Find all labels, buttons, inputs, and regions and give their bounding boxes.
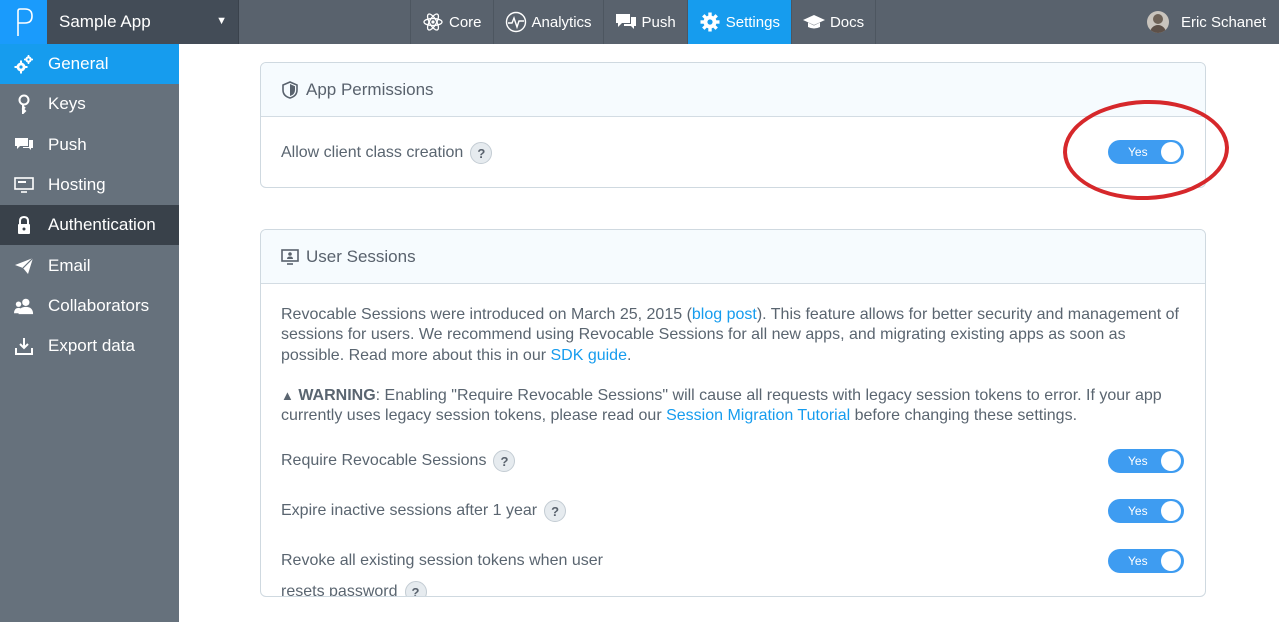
expire-inactive-sessions-toggle[interactable]: Yes [1108, 499, 1184, 523]
download-icon [0, 336, 48, 356]
session-migration-tutorial-link[interactable]: Session Migration Tutorial [666, 407, 850, 424]
app-permissions-header: App Permissions [261, 63, 1205, 117]
chat-icon [615, 14, 636, 29]
toggle-knob [1161, 501, 1181, 521]
sidebar-item-keys[interactable]: Keys [0, 84, 179, 124]
sidebar-item-email[interactable]: Email [0, 245, 179, 285]
tab-analytics-label: Analytics [531, 13, 592, 31]
panel-title: User Sessions [306, 246, 416, 266]
require-revocable-sessions-label: Require Revocable Sessions [281, 452, 487, 469]
sidebar-item-label: Hosting [48, 175, 106, 195]
user-name: Eric Schanet [1180, 13, 1266, 31]
sessions-warning: ▲ WARNING: Enabling "Require Revocable S… [281, 386, 1186, 427]
toggle-label: Yes [1128, 454, 1148, 468]
sidebar: General Keys Push Hosting Authentication… [0, 44, 179, 622]
row-label: Allow client class creation ? [281, 142, 493, 164]
parse-logo[interactable] [0, 0, 47, 44]
user-menu[interactable]: Eric Schanet [1146, 0, 1266, 44]
chat-icon [0, 135, 48, 155]
tab-settings[interactable]: Settings [686, 0, 791, 44]
revoke-tokens-label-line1: Revoke all existing session tokens when … [281, 552, 603, 569]
help-icon[interactable]: ? [544, 500, 567, 522]
sidebar-item-hosting[interactable]: Hosting [0, 165, 179, 205]
parse-logo-icon [16, 8, 33, 36]
atom-icon [423, 13, 443, 31]
sidebar-item-label: Keys [48, 94, 86, 114]
revoke-tokens-row: resets password ? [281, 581, 427, 597]
key-icon [0, 94, 48, 115]
sidebar-item-label: Export data [48, 336, 135, 356]
sidebar-item-push[interactable]: Push [0, 125, 179, 165]
warning-icon: ▲ [281, 388, 294, 403]
sidebar-item-collaborators[interactable]: Collaborators [0, 286, 179, 326]
paper-plane-icon [0, 256, 48, 276]
gear-icon [700, 12, 720, 32]
sidebar-item-general[interactable]: General [0, 44, 179, 85]
tab-push[interactable]: Push [602, 0, 687, 44]
sidebar-item-authentication[interactable]: Authentication [0, 205, 179, 246]
require-revocable-sessions-toggle[interactable]: Yes [1108, 449, 1184, 473]
intro-text: . [626, 346, 632, 364]
help-icon[interactable]: ? [404, 581, 427, 596]
sidebar-item-label: General [48, 54, 109, 74]
pulse-icon [505, 11, 526, 33]
expire-inactive-sessions-row: Expire inactive sessions after 1 year ? [281, 500, 567, 522]
tab-docs[interactable]: Docs [790, 0, 877, 44]
sidebar-item-label: Authentication [48, 215, 156, 235]
user-sessions-panel: User Sessions Revocable Sessions were in… [260, 229, 1206, 597]
warning-text: before changing these settings. [850, 407, 1078, 425]
graduation-cap-icon [802, 15, 825, 29]
sidebar-item-label: Email [48, 255, 91, 275]
allow-client-class-creation-label: Allow client class creation [281, 144, 464, 161]
tab-docs-label: Docs [829, 13, 865, 31]
sidebar-item-label: Push [48, 134, 87, 154]
revoke-tokens-label-line2: resets password [281, 583, 398, 597]
monitor-user-icon [281, 248, 299, 265]
top-nav: Core Analytics Push Settings Docs [410, 0, 877, 44]
top-bar: Sample App ▼ Core Analytics Push Setting… [0, 0, 1279, 44]
caret-down-icon: ▼ [216, 15, 227, 27]
intro-text: Revocable Sessions were introduced on Ma… [281, 306, 692, 323]
shield-icon [282, 80, 298, 99]
help-icon[interactable]: ? [470, 142, 493, 164]
users-icon [0, 296, 48, 316]
tab-push-label: Push [641, 13, 676, 31]
expire-inactive-sessions-label: Expire inactive sessions after 1 year [281, 502, 538, 519]
tab-core[interactable]: Core [410, 0, 493, 44]
toggle-label: Yes [1128, 554, 1148, 568]
monitor-icon [0, 175, 48, 195]
blog-post-link[interactable]: blog post [692, 306, 757, 323]
sidebar-item-label: Collaborators [48, 295, 150, 315]
tab-core-label: Core [449, 13, 482, 31]
require-revocable-sessions-row: Require Revocable Sessions ? [281, 450, 516, 472]
app-selector[interactable]: Sample App ▼ [47, 0, 239, 44]
sidebar-item-export-data[interactable]: Export data [0, 326, 179, 366]
toggle-knob [1161, 551, 1181, 571]
panel-title: App Permissions [306, 79, 434, 99]
app-permissions-panel: App Permissions Allow client class creat… [260, 62, 1206, 188]
gears-icon [0, 54, 48, 74]
sessions-intro: Revocable Sessions were introduced on Ma… [281, 305, 1181, 366]
toggle-knob [1161, 451, 1181, 471]
toggle-label: Yes [1128, 504, 1148, 518]
lock-icon [0, 215, 48, 235]
tab-analytics[interactable]: Analytics [492, 0, 603, 44]
revoke-session-tokens-toggle[interactable]: Yes [1108, 549, 1184, 573]
avatar [1146, 11, 1169, 33]
warning-label: WARNING [298, 387, 376, 404]
help-icon[interactable]: ? [493, 450, 516, 472]
user-sessions-header: User Sessions [261, 230, 1205, 284]
app-name: Sample App [59, 12, 151, 31]
tab-settings-label: Settings [725, 13, 780, 31]
sdk-guide-link[interactable]: SDK guide [550, 347, 627, 364]
